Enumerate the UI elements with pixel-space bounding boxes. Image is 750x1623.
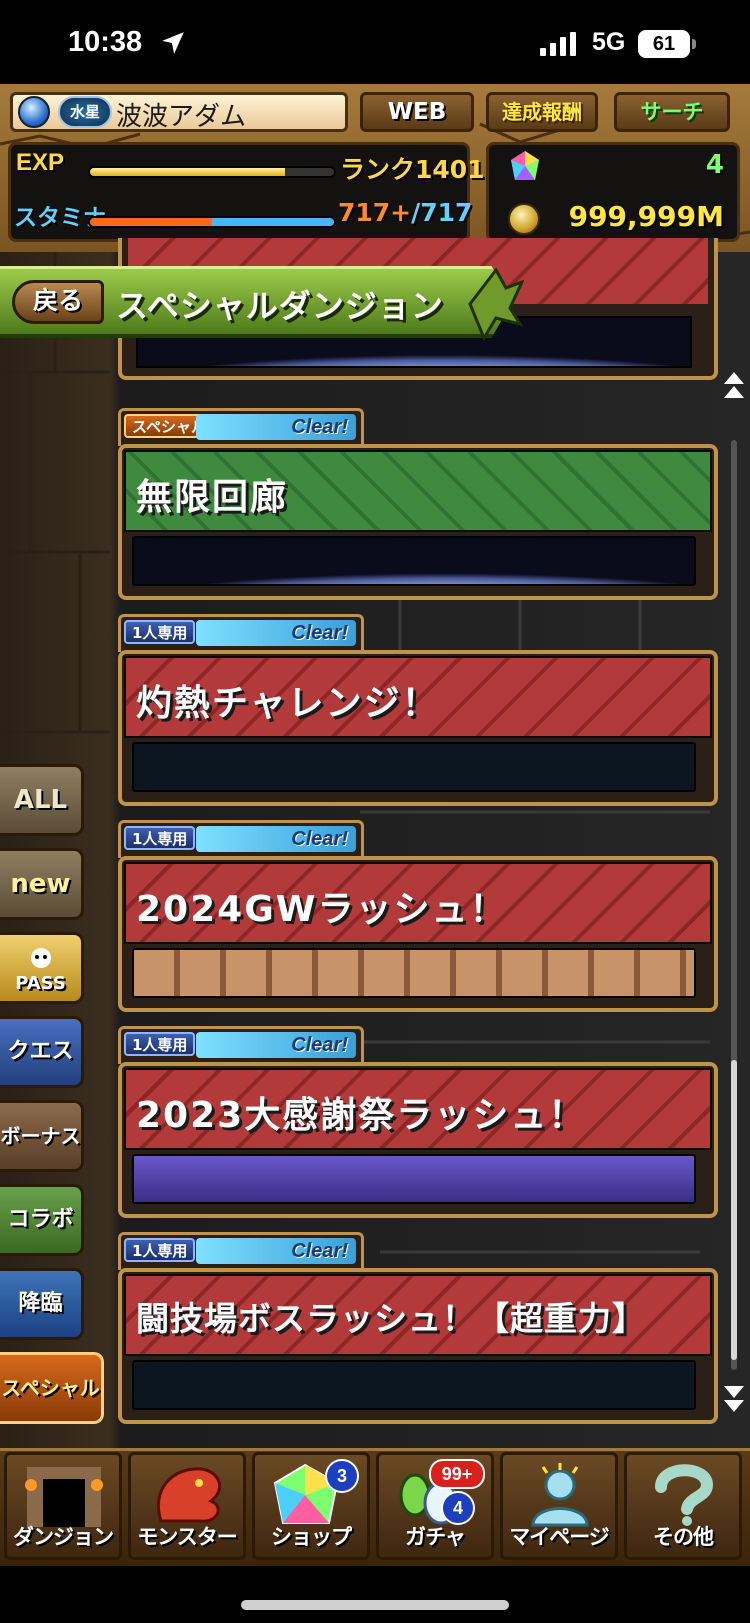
card-banner [132, 1360, 696, 1410]
question-mark-icon [655, 1464, 714, 1526]
home-indicator-area [0, 1566, 750, 1623]
stamina-fill [90, 218, 334, 226]
person-icon [531, 1463, 589, 1527]
home-indicator[interactable] [241, 1600, 509, 1610]
dungeon-title: 灼熱チャレンジ！ [136, 683, 440, 724]
battery-icon: 61 [638, 30, 696, 58]
nav-dungeon[interactable]: ダンジョン [4, 1452, 122, 1560]
dungeon-card[interactable]: 1人専用 Clear! 2023大感謝祭ラッシュ！ [118, 1026, 718, 1218]
web-button[interactable]: WEB [360, 92, 474, 132]
gacha-badge-blue: 4 [441, 1491, 475, 1525]
nav-mypage[interactable]: マイページ [500, 1452, 618, 1560]
exp-label: EXP [16, 149, 65, 176]
dragon-wing-icon [468, 268, 524, 340]
dungeon-title: 2023大感謝祭ラッシュ！ [136, 1095, 587, 1136]
back-button[interactable]: 戻る [12, 280, 104, 324]
category-tab-pass[interactable]: PASS [0, 932, 84, 1004]
card-type-badge: 1人専用 [124, 826, 196, 850]
player-title-badge: 水星 [58, 96, 112, 128]
category-tab-quest[interactable]: クエスト [0, 1016, 84, 1130]
card-banner [132, 536, 696, 586]
dungeon-title: 闘技場ボスラッシュ！【超重力】 [136, 1299, 646, 1338]
stamina-max: /717 [411, 198, 473, 227]
exp-fill [90, 168, 286, 176]
nav-dungeon-label: ダンジョン [13, 1525, 114, 1549]
category-tab-descent[interactable]: 降臨 [0, 1268, 84, 1340]
red-dragon-icon [156, 1467, 222, 1523]
water-attribute-icon [18, 96, 50, 128]
clear-badge: Clear! [196, 1032, 356, 1058]
dungeon-card[interactable]: 1人専用 Clear! 2024GWラッシュ！ [118, 820, 718, 1012]
card-type-badge: 1人専用 [124, 1032, 196, 1056]
card-type-badge: 1人専用 [124, 1238, 196, 1262]
scroll-down-icon[interactable] [724, 1384, 744, 1414]
nav-shop-label: ショップ [271, 1525, 352, 1549]
scrollbar-thumb[interactable] [731, 1060, 737, 1360]
nav-gacha[interactable]: 99+ 4 ガチャ [376, 1452, 494, 1560]
clear-badge: Clear! [196, 826, 356, 852]
clear-badge: Clear! [196, 620, 356, 646]
dungeon-gate-icon [25, 1467, 103, 1527]
search-button[interactable]: サーチ [614, 92, 730, 132]
card-banner [132, 948, 696, 998]
player-name: 波波アダム [116, 102, 247, 132]
location-arrow-icon [162, 32, 184, 54]
magic-stone-icon [511, 151, 539, 180]
coin-count: 999,999M [568, 200, 724, 233]
nav-mypage-label: マイページ [509, 1525, 610, 1549]
network-type: 5G [592, 28, 626, 56]
card-banner [132, 742, 696, 792]
dungeon-card[interactable]: 1人専用 Clear! 灼熱チャレンジ！ [118, 614, 718, 806]
nav-shop[interactable]: 3 ショップ [252, 1452, 370, 1560]
gacha-badge-red: 99+ [429, 1459, 485, 1489]
category-tab-collab[interactable]: コラボ [0, 1184, 84, 1256]
battery-level: 61 [638, 30, 690, 58]
dungeon-title: 2024GWラッシュ！ [136, 889, 508, 930]
rank-label: ランク1401 [340, 155, 485, 184]
exp-bar [88, 166, 336, 178]
shop-badge: 3 [325, 1459, 359, 1493]
category-tab-all[interactable]: ALL [0, 764, 84, 836]
stamina-value: 717+/717 [338, 198, 472, 227]
page-title: スペシャルダンジョン [116, 287, 444, 325]
dungeon-card[interactable]: スペシャル Clear! 無限回廊 [118, 408, 718, 600]
pass-label: PASS [15, 973, 66, 994]
nav-other-label: その他 [653, 1525, 714, 1549]
achievement-reward-button[interactable]: 達成報酬 [486, 92, 598, 132]
category-tab-new[interactable]: new [0, 848, 84, 920]
cellular-signal-icon [540, 32, 576, 56]
status-time: 10:38 [68, 26, 143, 58]
magic-stone-count: 4 [705, 150, 724, 180]
scroll-up-icon[interactable] [724, 372, 744, 402]
category-tab-bonus[interactable]: ボーナス [0, 1100, 84, 1172]
nav-monster[interactable]: モンスター [128, 1452, 246, 1560]
nav-monster-label: モンスター [137, 1525, 238, 1549]
coin-icon [508, 203, 540, 235]
nav-gacha-label: ガチャ [405, 1525, 466, 1549]
dungeon-card[interactable]: 1人専用 Clear! 闘技場ボスラッシュ！【超重力】 [118, 1232, 718, 1424]
stamina-current: 717+ [338, 198, 412, 227]
nav-other[interactable]: その他 [624, 1452, 742, 1560]
stamina-bar [88, 216, 336, 228]
clear-badge: Clear! [196, 414, 356, 440]
cat-mascot-icon [30, 948, 51, 968]
card-banner [132, 1154, 696, 1204]
dungeon-title: 無限回廊 [136, 477, 289, 518]
category-tab-special[interactable]: スペシャル [0, 1352, 104, 1424]
clear-badge: Clear! [196, 1238, 356, 1264]
card-type-badge: 1人専用 [124, 620, 196, 644]
